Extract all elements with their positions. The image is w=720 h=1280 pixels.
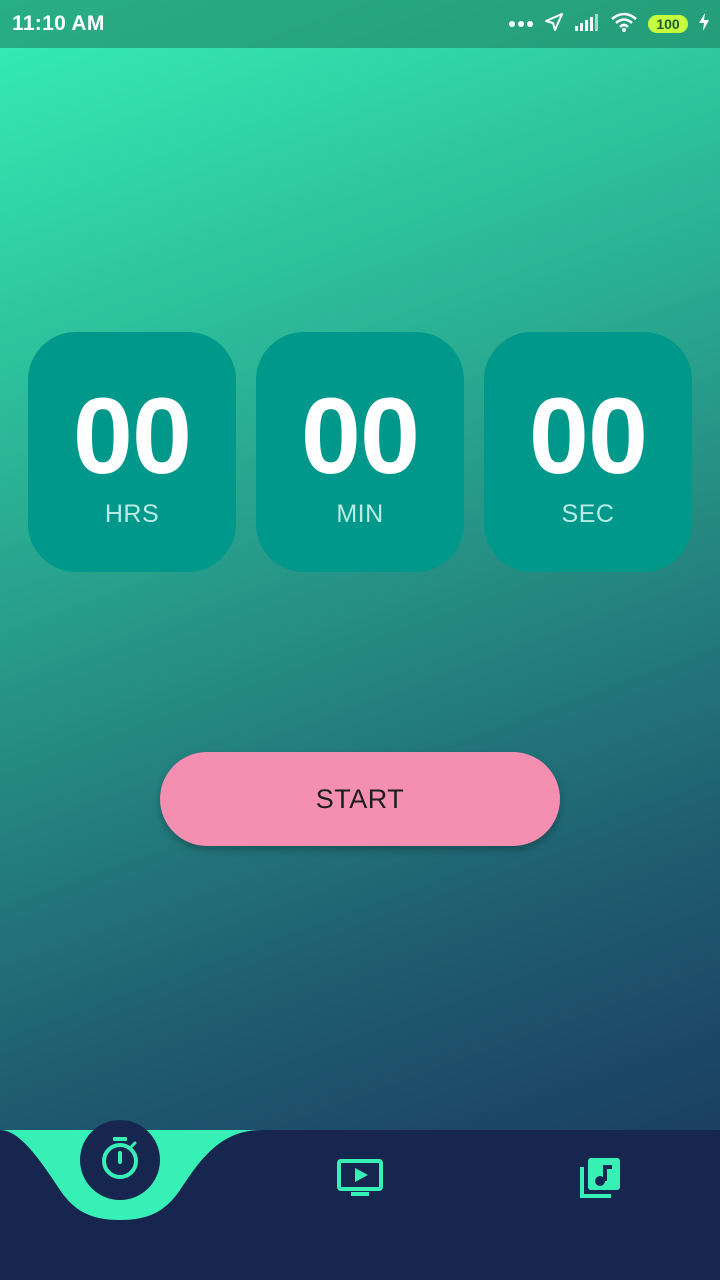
minutes-card[interactable]: 00 MIN xyxy=(256,332,464,572)
status-icons: 100 xyxy=(508,12,710,37)
charging-bolt-icon xyxy=(698,12,710,37)
timer-display: 00 HRS 00 MIN 00 SEC xyxy=(28,332,692,572)
start-button[interactable]: START xyxy=(160,752,560,846)
seconds-label: SEC xyxy=(561,500,615,528)
nav-item-video[interactable] xyxy=(330,1150,390,1210)
more-dots-icon xyxy=(508,15,534,33)
stopwatch-icon xyxy=(99,1136,141,1185)
status-bar: 11:10 AM 100 xyxy=(0,0,720,48)
wifi-icon xyxy=(610,12,638,37)
video-play-icon xyxy=(337,1158,383,1202)
location-arrow-icon xyxy=(544,12,564,37)
nav-item-timer[interactable] xyxy=(80,1120,160,1200)
hours-label: HRS xyxy=(104,500,160,528)
status-time: 11:10 AM xyxy=(12,12,105,35)
bottom-navigation xyxy=(0,1120,720,1280)
minutes-value: 00 xyxy=(300,375,420,496)
signal-icon xyxy=(574,13,600,36)
music-library-icon xyxy=(579,1157,621,1204)
hours-value: 00 xyxy=(72,375,192,496)
seconds-value: 00 xyxy=(528,375,648,496)
hours-card[interactable]: 00 HRS xyxy=(28,332,236,572)
seconds-card[interactable]: 00 SEC xyxy=(484,332,692,572)
minutes-label: MIN xyxy=(336,500,384,528)
battery-icon: 100 xyxy=(648,15,688,33)
nav-item-music[interactable] xyxy=(570,1150,630,1210)
